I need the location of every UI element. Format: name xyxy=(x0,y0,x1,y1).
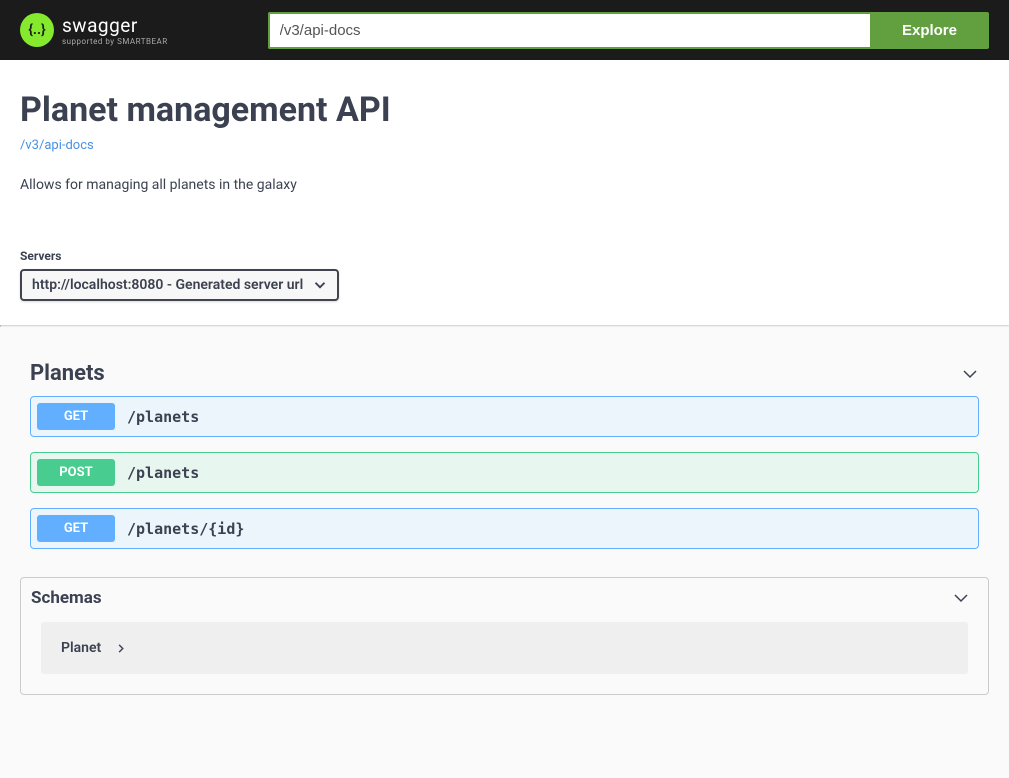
operation-post-planets[interactable]: POST /planets xyxy=(30,452,979,493)
schemas-section: Schemas Planet xyxy=(20,577,989,695)
schema-item-planet[interactable]: Planet xyxy=(41,622,968,674)
server-select[interactable]: http://localhost:8080 - Generated server… xyxy=(20,269,339,301)
tag-header-planets[interactable]: Planets xyxy=(20,351,989,396)
schemas-header[interactable]: Schemas xyxy=(21,578,988,622)
server-selected-value: http://localhost:8080 - Generated server… xyxy=(32,277,303,293)
api-docs-link[interactable]: /v3/api-docs xyxy=(20,138,94,153)
servers-section: Servers http://localhost:8080 - Generate… xyxy=(0,233,1009,325)
explore-button[interactable]: Explore xyxy=(870,12,989,49)
method-badge-get: GET xyxy=(37,515,115,542)
chevron-down-icon xyxy=(961,365,979,383)
chevron-down-icon xyxy=(311,276,329,294)
operation-get-planets[interactable]: GET /planets xyxy=(30,396,979,437)
swagger-logo-icon: {..} xyxy=(20,13,54,47)
method-badge-get: GET xyxy=(37,403,115,430)
method-badge-post: POST xyxy=(37,459,115,486)
schema-name: Planet xyxy=(61,640,101,656)
operation-path: /planets xyxy=(127,464,199,482)
servers-label: Servers xyxy=(20,249,989,263)
logo-subtitle: supported by SMARTBEAR xyxy=(62,37,168,46)
chevron-down-icon xyxy=(952,589,970,607)
api-title: Planet management API xyxy=(20,90,989,130)
tag-section: Planets GET /planets POST /planets GET /… xyxy=(0,327,1009,549)
schemas-title: Schemas xyxy=(31,588,102,608)
logo-name: swagger xyxy=(62,14,168,37)
operation-path: /planets/{id} xyxy=(127,520,244,538)
info-section: Planet management API /v3/api-docs Allow… xyxy=(0,60,1009,233)
tag-name: Planets xyxy=(30,361,105,386)
operation-path: /planets xyxy=(127,408,199,426)
operation-get-planet-by-id[interactable]: GET /planets/{id} xyxy=(30,508,979,549)
api-url-input[interactable] xyxy=(268,12,870,49)
api-description: Allows for managing all planets in the g… xyxy=(20,177,989,193)
chevron-right-icon xyxy=(115,643,126,654)
topbar: {..} swagger supported by SMARTBEAR Expl… xyxy=(0,0,1009,60)
url-bar: Explore xyxy=(268,12,989,49)
swagger-logo[interactable]: {..} swagger supported by SMARTBEAR xyxy=(20,13,168,47)
